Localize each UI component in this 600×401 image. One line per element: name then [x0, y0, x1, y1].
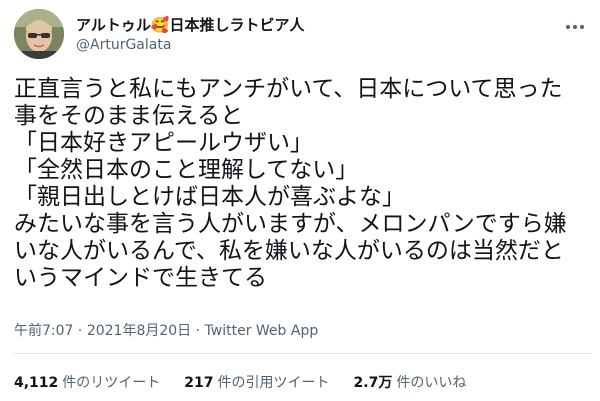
tweet-line: 「日本好きアピールウザい」 — [14, 130, 313, 156]
tweet-metadata: 午前7:07 · 2021年8月20日 · Twitter Web App — [14, 320, 318, 340]
display-name-suffix: 日本推しラトビア人 — [169, 16, 305, 34]
tweet-date[interactable]: 2021年8月20日 — [87, 323, 191, 339]
tweet-line: 正直言うと私にもアンチがいて、日本について思った — [14, 76, 563, 102]
tweet-source[interactable]: Twitter Web App — [205, 323, 319, 339]
tweet-line: いな人がいるんで、私を嫌いな人がいるのは当然だと — [14, 238, 564, 264]
more-options-icon[interactable] — [563, 18, 587, 30]
meta-separator: · — [77, 323, 83, 339]
tweet-line: 「全然日本のこと理解してない」 — [14, 157, 359, 183]
display-name[interactable]: アルトゥル🥰日本推しラトビア人 — [76, 14, 305, 35]
smiling-face-hearts-icon: 🥰 — [150, 16, 170, 34]
quotes-stat[interactable]: 217 件の引用ツイート — [184, 372, 329, 392]
likes-count: 2.7万 — [353, 375, 393, 391]
likes-label: 件のいいね — [396, 375, 467, 391]
retweets-label: 件のリツイート — [62, 375, 161, 391]
meta-separator: · — [195, 323, 201, 339]
tweet-line: みたいな事を言う人がいますが、メロンパンですら嫌 — [14, 211, 567, 237]
quotes-label: 件の引用ツイート — [217, 375, 330, 391]
tweet-line: いうマインドで生きてる — [14, 265, 267, 291]
tweet-time[interactable]: 午前7:07 — [14, 323, 73, 339]
user-handle[interactable]: @ArturGalata — [76, 37, 171, 53]
tweet-line: 「親日出しとけば日本人が喜ぶよな」 — [14, 184, 405, 210]
retweets-stat[interactable]: 4,112 件のリツイート — [14, 372, 160, 392]
quotes-count: 217 — [184, 375, 214, 391]
retweets-count: 4,112 — [14, 375, 59, 391]
likes-stat[interactable]: 2.7万 件のいいね — [354, 372, 467, 392]
divider — [14, 353, 592, 354]
tweet-card: アルトゥル🥰日本推しラトビア人 @ArturGalata 正直言うと私にもアンチ… — [0, 0, 600, 401]
tweet-line: 事をそのまま伝えると — [14, 103, 244, 129]
display-name-prefix: アルトゥル — [76, 16, 151, 34]
tweet-text: 正直言うと私にもアンチがいて、日本について思った 事をそのまま伝えると 「日本好… — [14, 76, 592, 292]
engagement-stats: 4,112 件のリツイート 217 件の引用ツイート 2.7万 件のいいね — [14, 372, 490, 392]
avatar[interactable] — [14, 9, 64, 59]
